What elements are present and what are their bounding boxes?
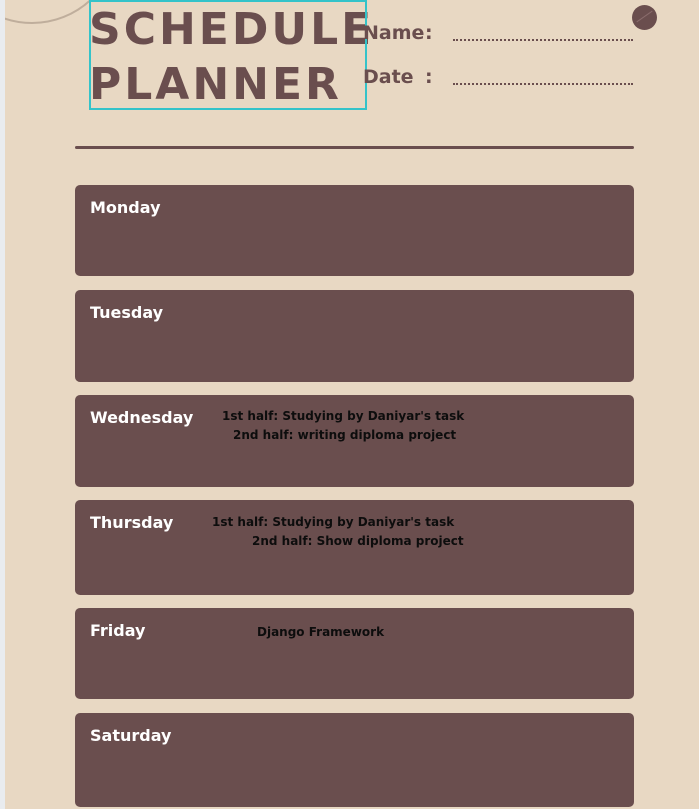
name-dotted-line[interactable] <box>453 39 633 41</box>
day-label-thursday: Thursday <box>90 513 174 532</box>
date-dotted-line[interactable] <box>453 83 633 85</box>
date-colon: : <box>425 66 433 88</box>
task-thursday-2[interactable]: 2nd half: Show diploma project <box>252 534 464 548</box>
day-card-friday[interactable]: Friday Django Framework <box>75 608 634 699</box>
task-wednesday-1[interactable]: 1st half: Studying by Daniyar's task <box>222 409 464 423</box>
day-card-monday[interactable]: Monday <box>75 185 634 276</box>
task-thursday-1[interactable]: 1st half: Studying by Daniyar's task <box>212 515 454 529</box>
day-card-saturday[interactable]: Saturday <box>75 713 634 807</box>
day-card-thursday[interactable]: Thursday 1st half: Studying by Daniyar's… <box>75 500 634 595</box>
day-card-wednesday[interactable]: Wednesday 1st half: Studying by Daniyar'… <box>75 395 634 487</box>
date-label: Date <box>363 66 414 88</box>
day-label-saturday: Saturday <box>90 726 172 745</box>
day-label-wednesday: Wednesday <box>90 408 194 427</box>
day-label-monday: Monday <box>90 198 161 217</box>
name-label: Name <box>363 22 425 44</box>
task-wednesday-2[interactable]: 2nd half: writing diploma project <box>233 428 456 442</box>
name-colon: : <box>425 22 433 44</box>
day-label-tuesday: Tuesday <box>90 303 164 322</box>
planner-page: SCHEDULE PLANNER Name : Date : Monday Tu… <box>5 0 699 809</box>
decorative-dot <box>632 5 657 30</box>
name-field[interactable]: Name : <box>363 22 633 52</box>
header-divider <box>75 146 634 149</box>
day-card-tuesday[interactable]: Tuesday <box>75 290 634 382</box>
selection-box[interactable] <box>89 0 367 110</box>
task-friday-1[interactable]: Django Framework <box>257 625 384 639</box>
date-field[interactable]: Date : <box>363 66 633 96</box>
day-label-friday: Friday <box>90 621 146 640</box>
